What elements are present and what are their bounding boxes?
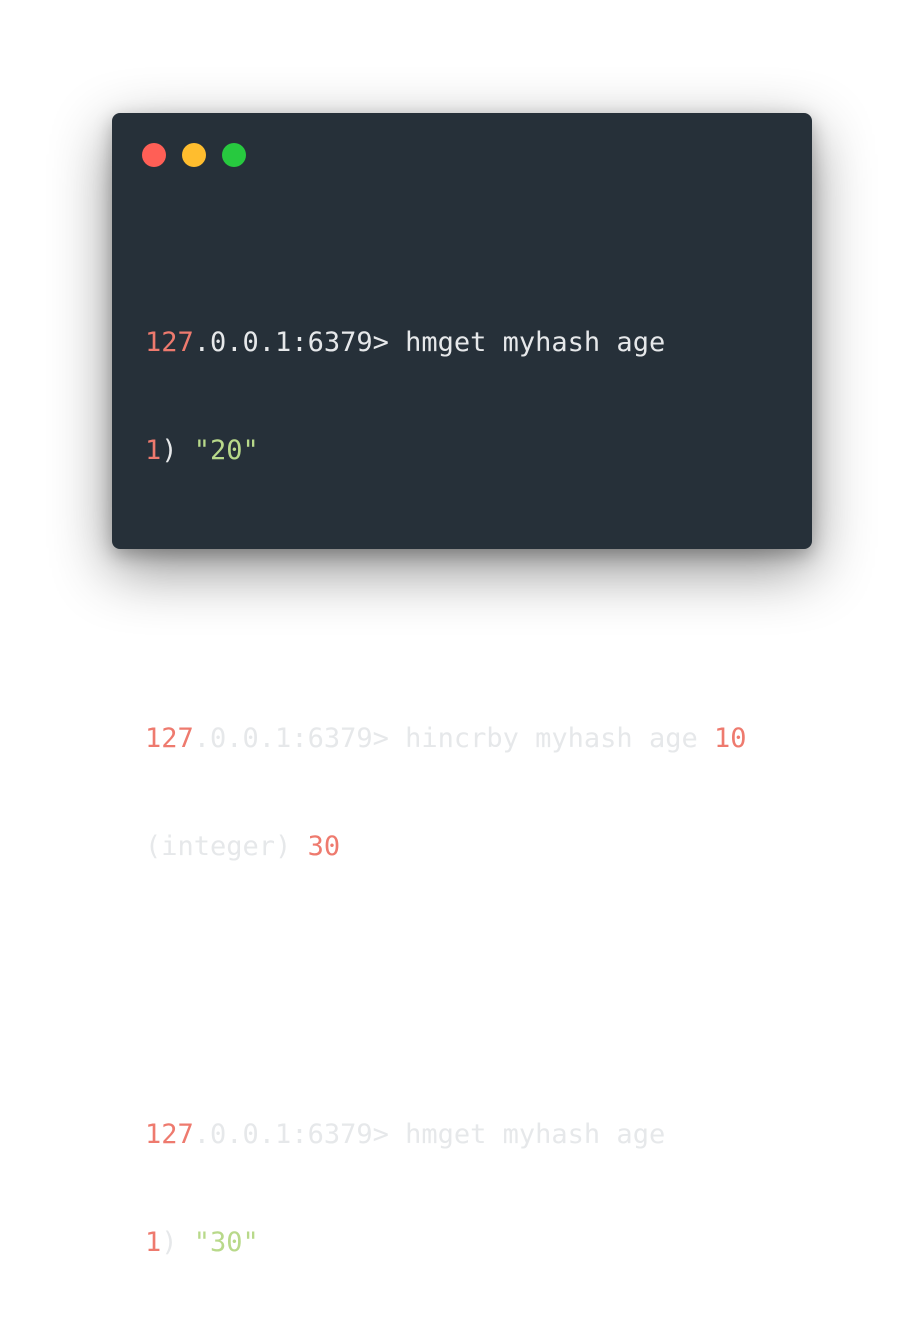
result-line: 1) "30": [145, 1225, 792, 1261]
result-index: 1: [145, 1227, 162, 1258]
result-prefix: (integer): [145, 831, 308, 862]
maximize-window-button[interactable]: [222, 143, 246, 167]
result-prefix: ): [161, 1227, 178, 1258]
prompt-host-number: 127: [145, 723, 194, 754]
result-prefix: ): [161, 435, 178, 466]
command-arg-number: 10: [713, 723, 747, 754]
terminal-output: 127.0.0.1:6379> hmget myhash age 1) "20"…: [145, 217, 792, 1324]
prompt-host-number: 127: [145, 327, 194, 358]
prompt-host-rest: .0.0.1:6379>: [193, 327, 389, 358]
command-text: hincrby myhash age: [388, 723, 714, 754]
close-window-button[interactable]: [142, 143, 166, 167]
result-line: 1) "20": [145, 433, 792, 469]
command-line: 127.0.0.1:6379> hincrby myhash age 10: [145, 721, 792, 757]
prompt-host-number: 127: [145, 1119, 194, 1150]
result-index: 1: [145, 435, 162, 466]
command-text: hmget myhash age: [388, 327, 666, 358]
result-value: "30": [177, 1227, 259, 1258]
command-text: hmget myhash age: [388, 1119, 666, 1150]
command-line: 127.0.0.1:6379> hmget myhash age: [145, 1117, 792, 1153]
terminal-window: 127.0.0.1:6379> hmget myhash age 1) "20"…: [112, 113, 812, 1258]
result-value: "20": [177, 435, 259, 466]
command-line: 127.0.0.1:6379> hmget myhash age: [145, 325, 792, 361]
result-value: 30: [307, 831, 341, 862]
prompt-host-rest: .0.0.1:6379>: [193, 723, 389, 754]
result-line: (integer) 30: [145, 829, 792, 865]
prompt-host-rest: .0.0.1:6379>: [193, 1119, 389, 1150]
minimize-window-button[interactable]: [182, 143, 206, 167]
